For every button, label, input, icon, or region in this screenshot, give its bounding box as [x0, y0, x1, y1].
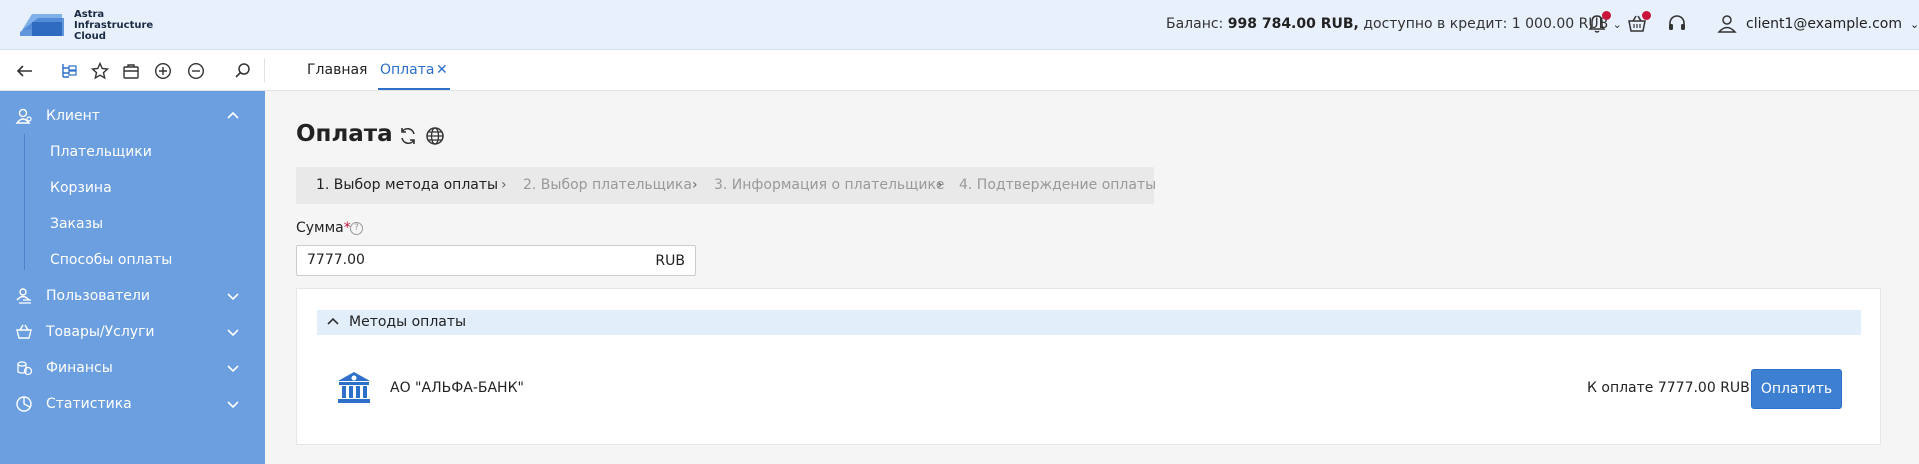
sidebar: Клиент Плательщики Корзина Заказы Способ…: [0, 91, 265, 464]
sidebar-subitem-label: Способы оплаты: [50, 252, 173, 268]
sidebar-subitem-payers[interactable]: Плательщики: [0, 134, 265, 170]
active-tab-indicator: [378, 88, 450, 90]
step-4[interactable]: 4. Подтверждение оплаты: [959, 177, 1156, 193]
bank-name: АО "АЛЬФА-БАНК": [390, 380, 524, 396]
search-icon[interactable]: [233, 61, 253, 81]
chevron-down-icon: [227, 365, 239, 373]
tree-icon[interactable]: [59, 61, 79, 81]
sidebar-item-label: Клиент: [46, 108, 100, 124]
sidebar-subitem-orders[interactable]: Заказы: [0, 206, 265, 242]
sum-field[interactable]: RUB: [296, 245, 696, 276]
info-icon[interactable]: ?: [350, 222, 363, 235]
pay-button[interactable]: Оплатить: [1751, 369, 1842, 409]
step-separator: ›: [937, 177, 943, 193]
tab-home[interactable]: Главная: [307, 62, 367, 78]
balance-label: Баланс:: [1166, 16, 1224, 32]
step-3[interactable]: 3. Информация о плательщике: [714, 177, 945, 193]
notification-dot: [1642, 11, 1651, 20]
logo-line: Cloud: [74, 30, 106, 42]
pie-chart-icon: [14, 394, 34, 414]
pay-amount: К оплате 7777.00 RUB: [1587, 380, 1750, 396]
client-icon: [14, 106, 34, 126]
sidebar-item-client[interactable]: Клиент: [0, 98, 265, 134]
logo-line: Infrastructure: [74, 19, 154, 31]
sidebar-item-users[interactable]: Пользователи: [0, 278, 265, 314]
tab-payment[interactable]: Оплата: [380, 62, 434, 78]
sum-input[interactable]: [307, 252, 627, 268]
step-separator: ›: [692, 177, 698, 193]
headset-icon[interactable]: [1666, 13, 1688, 35]
user-icon: [1717, 15, 1737, 33]
sidebar-subitem-payment-methods[interactable]: Способы оплаты: [0, 242, 265, 278]
logo-icon: [20, 14, 64, 36]
basket-icon[interactable]: [1626, 11, 1651, 35]
sidebar-item-products[interactable]: Товары/Услуги: [0, 314, 265, 350]
payment-methods-panel: Методы оплаты АО "АЛЬФА-БАНК" К оплате 7…: [296, 288, 1881, 445]
globe-icon[interactable]: [425, 126, 445, 146]
payment-steps: 1. Выбор метода оплаты › 2. Выбор плател…: [296, 167, 1156, 204]
toolbar-divider: [264, 58, 265, 82]
sidebar-item-label: Финансы: [46, 360, 113, 376]
top-header: Astra Infrastructure Cloud Баланс: 998 7…: [0, 0, 1919, 50]
sidebar-subitem-label: Корзина: [50, 180, 112, 196]
chevron-down-icon: [227, 293, 239, 301]
sidebar-item-statistics[interactable]: Статистика: [0, 386, 265, 422]
step-1[interactable]: 1. Выбор метода оплаты: [316, 177, 498, 193]
sidebar-item-label: Статистика: [46, 396, 132, 412]
sidebar-subitem-cart[interactable]: Корзина: [0, 170, 265, 206]
briefcase-icon[interactable]: [121, 61, 141, 81]
toolbar: Главная Оплата ✕: [0, 50, 1919, 91]
currency-label: RUB: [655, 253, 685, 269]
minus-circle-icon[interactable]: [186, 61, 206, 81]
refresh-icon[interactable]: [398, 126, 418, 146]
plus-circle-icon[interactable]: [153, 61, 173, 81]
chevron-up-icon: [227, 111, 239, 119]
sidebar-item-finance[interactable]: Финансы: [0, 350, 265, 386]
step-2[interactable]: 2. Выбор плательщика: [523, 177, 692, 193]
sum-label-text: Сумма: [296, 220, 344, 236]
bell-icon[interactable]: [1586, 11, 1611, 35]
basket-icon: [14, 322, 34, 342]
user-menu[interactable]: client1@example.com ⌄: [1716, 13, 1919, 35]
credit-label: доступно в кредит:: [1363, 16, 1508, 32]
notification-dot: [1602, 11, 1611, 20]
balance-info[interactable]: Баланс: 998 784.00 RUB, доступно в креди…: [1166, 16, 1622, 32]
balance-value: 998 784.00 RUB,: [1227, 16, 1359, 32]
coins-icon: [14, 358, 34, 378]
page-title: Оплата: [296, 121, 393, 147]
chevron-down-icon: ⌄: [1909, 17, 1919, 31]
user-email: client1@example.com: [1746, 16, 1902, 32]
sidebar-subitem-label: Плательщики: [50, 144, 152, 160]
sidebar-item-label: Пользователи: [46, 288, 150, 304]
step-separator: ›: [501, 177, 507, 193]
chevron-down-icon: [227, 329, 239, 337]
logo-text: Astra Infrastructure Cloud: [74, 9, 154, 42]
sidebar-subitem-label: Заказы: [50, 216, 104, 232]
logo[interactable]: Astra Infrastructure Cloud: [18, 8, 154, 42]
star-icon[interactable]: [90, 61, 110, 81]
sidebar-item-label: Товары/Услуги: [46, 324, 155, 340]
close-icon[interactable]: ✕: [436, 62, 448, 78]
logo-line: Astra: [74, 8, 105, 20]
payment-methods-title: Методы оплаты: [349, 314, 467, 330]
chevron-down-icon: ⌄: [1612, 18, 1622, 31]
back-icon[interactable]: [15, 61, 35, 81]
chevron-up-icon: [327, 317, 339, 325]
bank-icon: [338, 372, 370, 403]
sum-label: Сумма*: [296, 220, 351, 236]
users-icon: [14, 286, 34, 306]
chevron-down-icon: [227, 401, 239, 409]
payment-methods-header[interactable]: Методы оплаты: [317, 310, 1861, 335]
